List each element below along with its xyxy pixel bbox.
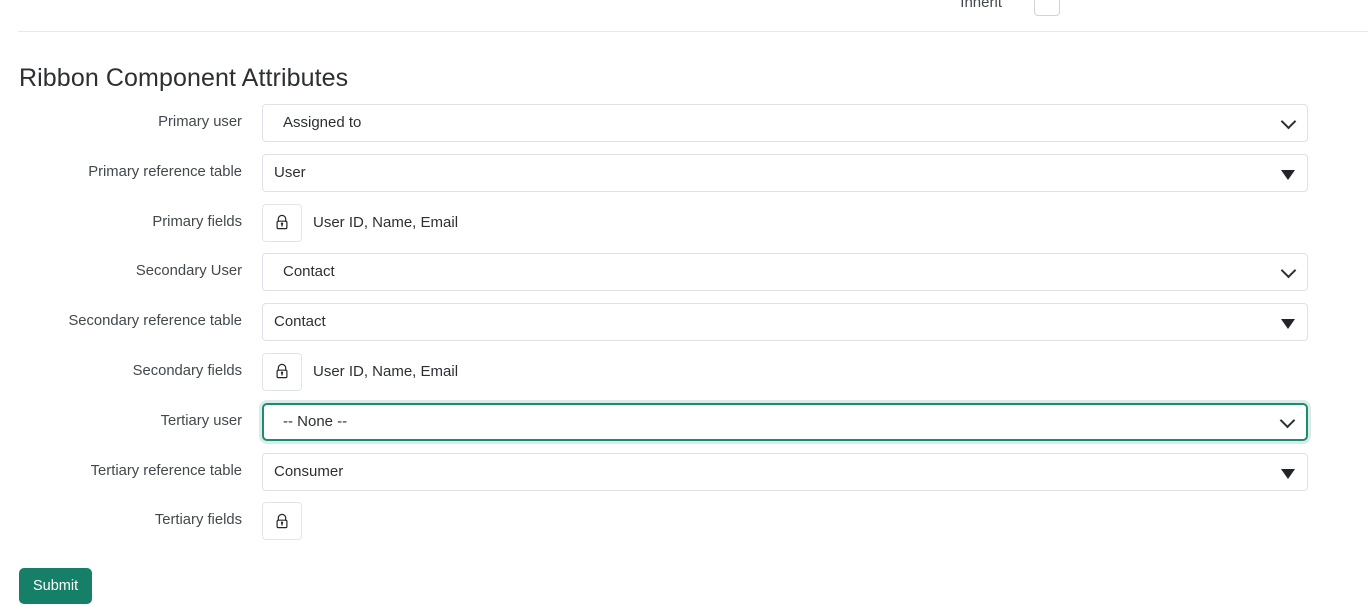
select-value-primary-user: Assigned to — [283, 114, 362, 131]
fields-value-primary-fields: User ID, Name, Email — [313, 213, 459, 231]
control-wrap-secondary-user: Contact — [262, 253, 1308, 292]
label-secondary-reference-table: Secondary reference table — [68, 313, 242, 330]
control-wrap-primary-fields: User ID, Name, Email — [262, 203, 1308, 242]
dropdown-value-secondary-reference-table: Contact — [274, 313, 326, 331]
label-tertiary-fields: Tertiary fields — [154, 512, 242, 529]
select-value-secondary-user: Contact — [283, 263, 335, 281]
control-wrap-primary-user: Assigned to — [262, 104, 1308, 142]
label-tertiary-reference-table: Tertiary reference table — [90, 462, 242, 479]
label-primary-reference-table: Primary reference table — [88, 163, 242, 180]
lock-group-tertiary-fields — [262, 502, 302, 541]
page-title: Ribbon Component Attributes — [19, 63, 349, 92]
select-value-tertiary-user: -- None -- — [283, 412, 348, 430]
caret-down-icon — [1281, 468, 1295, 479]
caret-down-icon — [1281, 169, 1295, 180]
select-tertiary-user[interactable]: -- None -- — [262, 402, 1308, 441]
form-row-primary-reference-table: Primary reference table User — [0, 153, 1368, 204]
form-row-secondary-fields: Secondary fields User ID, Name, Email — [0, 352, 1368, 403]
select-primary-user[interactable]: Assigned to — [262, 104, 1308, 142]
inherit-checkbox[interactable] — [1034, 0, 1060, 16]
form-row-primary-user: Primary user Assigned to — [0, 104, 1368, 154]
dropdown-secondary-reference-table[interactable]: Contact — [262, 303, 1308, 342]
control-wrap-tertiary-user: -- None -- — [262, 402, 1308, 441]
label-secondary-fields: Secondary fields — [132, 362, 242, 379]
form-row-tertiary-fields: Tertiary fields — [0, 502, 1368, 552]
control-wrap-secondary-reference-table: Contact — [262, 303, 1308, 342]
control-wrap-tertiary-fields — [262, 502, 1308, 541]
section-divider — [18, 31, 1368, 32]
control-wrap-primary-reference-table: User — [262, 153, 1308, 192]
lock-button-tertiary-fields[interactable] — [262, 502, 302, 541]
chevron-down-icon — [1280, 113, 1297, 130]
lock-button-secondary-fields[interactable] — [262, 352, 302, 391]
inherit-label: Inherit — [960, 0, 1002, 11]
lock-icon — [274, 513, 290, 530]
label-tertiary-user: Tertiary user — [160, 412, 242, 429]
attributes-form: Primary user Assigned to Primary reference… — [0, 104, 1368, 552]
caret-down-icon — [1281, 319, 1295, 330]
lock-icon — [274, 363, 290, 380]
lock-group-primary-fields: User ID, Name, Email — [262, 203, 459, 242]
lock-icon — [274, 214, 290, 231]
dropdown-tertiary-reference-table[interactable]: Consumer — [262, 452, 1308, 491]
chevron-down-icon — [1279, 412, 1296, 429]
chevron-down-icon — [1280, 263, 1297, 279]
label-primary-user: Primary user — [158, 114, 242, 130]
form-row-tertiary-user: Tertiary user -- None -- — [0, 402, 1368, 453]
dropdown-primary-reference-table[interactable]: User — [262, 153, 1308, 192]
form-row-secondary-user: Secondary User Contact — [0, 253, 1368, 303]
select-secondary-user[interactable]: Contact — [262, 253, 1308, 292]
ribbon-component-attributes-page: Inherit Ribbon Component Attributes Prim… — [0, 0, 1368, 615]
lock-button-primary-fields[interactable] — [262, 203, 302, 242]
submit-button[interactable]: Submit — [19, 568, 93, 604]
fields-value-secondary-fields: User ID, Name, Email — [313, 362, 459, 380]
form-row-primary-fields: Primary fields User ID, Name, Email — [0, 203, 1368, 254]
submit-area: Submit — [19, 568, 93, 604]
label-secondary-user: Secondary User — [135, 263, 242, 280]
form-row-secondary-reference-table: Secondary reference table Contact — [0, 303, 1368, 353]
dropdown-value-primary-reference-table: User — [274, 163, 306, 181]
control-wrap-tertiary-reference-table: Consumer — [262, 452, 1308, 491]
form-row-tertiary-reference-table: Tertiary reference table Consumer — [0, 452, 1368, 503]
dropdown-value-tertiary-reference-table: Consumer — [274, 462, 344, 480]
inherit-row-partial: Inherit — [0, 0, 1368, 18]
label-primary-fields: Primary fields — [152, 213, 242, 230]
control-wrap-secondary-fields: User ID, Name, Email — [262, 352, 1308, 391]
lock-group-secondary-fields: User ID, Name, Email — [262, 352, 459, 391]
